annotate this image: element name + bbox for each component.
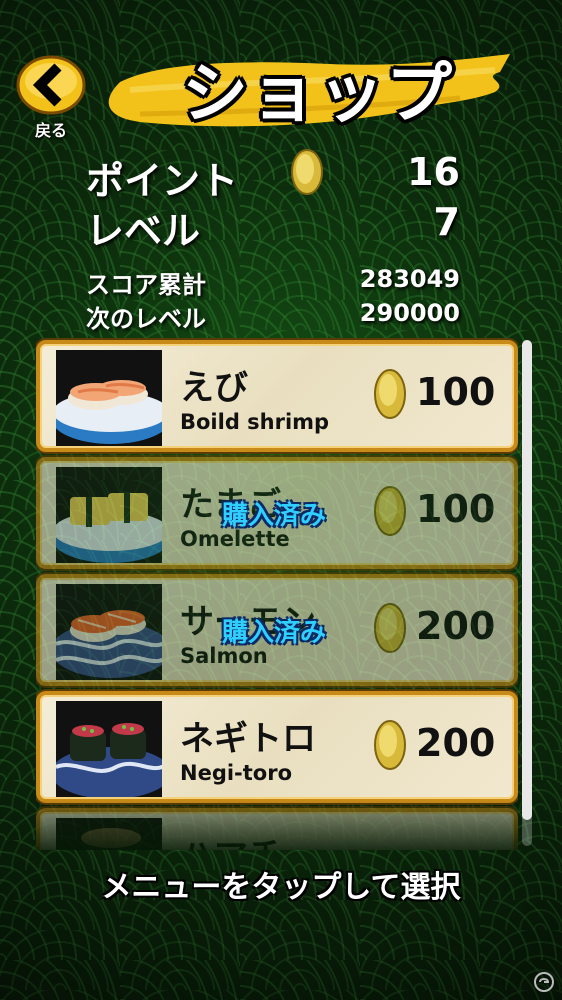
purchased-badge: 購入済み xyxy=(222,501,327,531)
sushi-shrimp-image xyxy=(56,350,162,446)
page-title: ショップ xyxy=(182,55,454,132)
item-price: 200 xyxy=(416,721,496,765)
gold-coin-icon xyxy=(374,720,406,770)
item-name-en: Negi-toro xyxy=(180,761,293,785)
gold-coin-icon xyxy=(374,369,406,419)
shop-item-shrimp[interactable]: えび Boild shrimp 100 xyxy=(36,340,518,452)
item-price: 200 xyxy=(416,604,496,648)
sushi-negitoro-image xyxy=(56,701,162,797)
footer-instruction: メニューをタップして選択 xyxy=(101,870,461,905)
list-scrollbar[interactable] xyxy=(522,340,532,846)
sushi-omelette-image xyxy=(56,467,162,563)
back-label: 戻る xyxy=(34,121,67,140)
sushi-hamachi-image xyxy=(56,818,162,850)
gold-coin-icon xyxy=(374,603,406,653)
shop-item-list[interactable]: えび Boild shrimp 100 たまご Omelette 100 サーモ… xyxy=(36,336,518,850)
purchased-badge: 購入済み xyxy=(222,618,327,648)
shop-item-hamachi[interactable]: ハマチ xyxy=(36,808,518,850)
next-level-value: 290000 xyxy=(359,299,460,327)
item-name-jp: ネギトロ xyxy=(180,719,316,759)
back-button[interactable]: 戻る xyxy=(16,55,86,140)
sushi-salmon-image xyxy=(56,584,162,680)
shop-item-negitoro[interactable]: ネギトロ Negi-toro 200 xyxy=(36,691,518,803)
site-logo-icon xyxy=(534,972,554,992)
level-label: レベル xyxy=(86,209,201,253)
points-label: ポイント xyxy=(86,159,239,203)
total-score-value: 283049 xyxy=(359,265,460,293)
item-name-jp: えび xyxy=(180,368,248,408)
chevron-left-icon xyxy=(16,55,86,115)
total-score-label: スコア累計 xyxy=(86,271,206,299)
item-price: 100 xyxy=(416,487,496,531)
gold-coin-icon xyxy=(291,149,323,195)
next-level-label: 次のレベル xyxy=(86,305,206,333)
points-value: 16 xyxy=(407,150,460,194)
shop-screen: 戻る ショップ ポイント 16 レベル 7 スコア累計 283049 次のレベル… xyxy=(0,0,562,1000)
level-value: 7 xyxy=(433,200,460,244)
gold-coin-icon xyxy=(374,486,406,536)
item-price: 100 xyxy=(416,370,496,414)
scrollbar-thumb[interactable] xyxy=(522,340,532,820)
item-name-en: Boild shrimp xyxy=(180,410,330,434)
item-name-jp: ハマチ xyxy=(180,828,282,850)
